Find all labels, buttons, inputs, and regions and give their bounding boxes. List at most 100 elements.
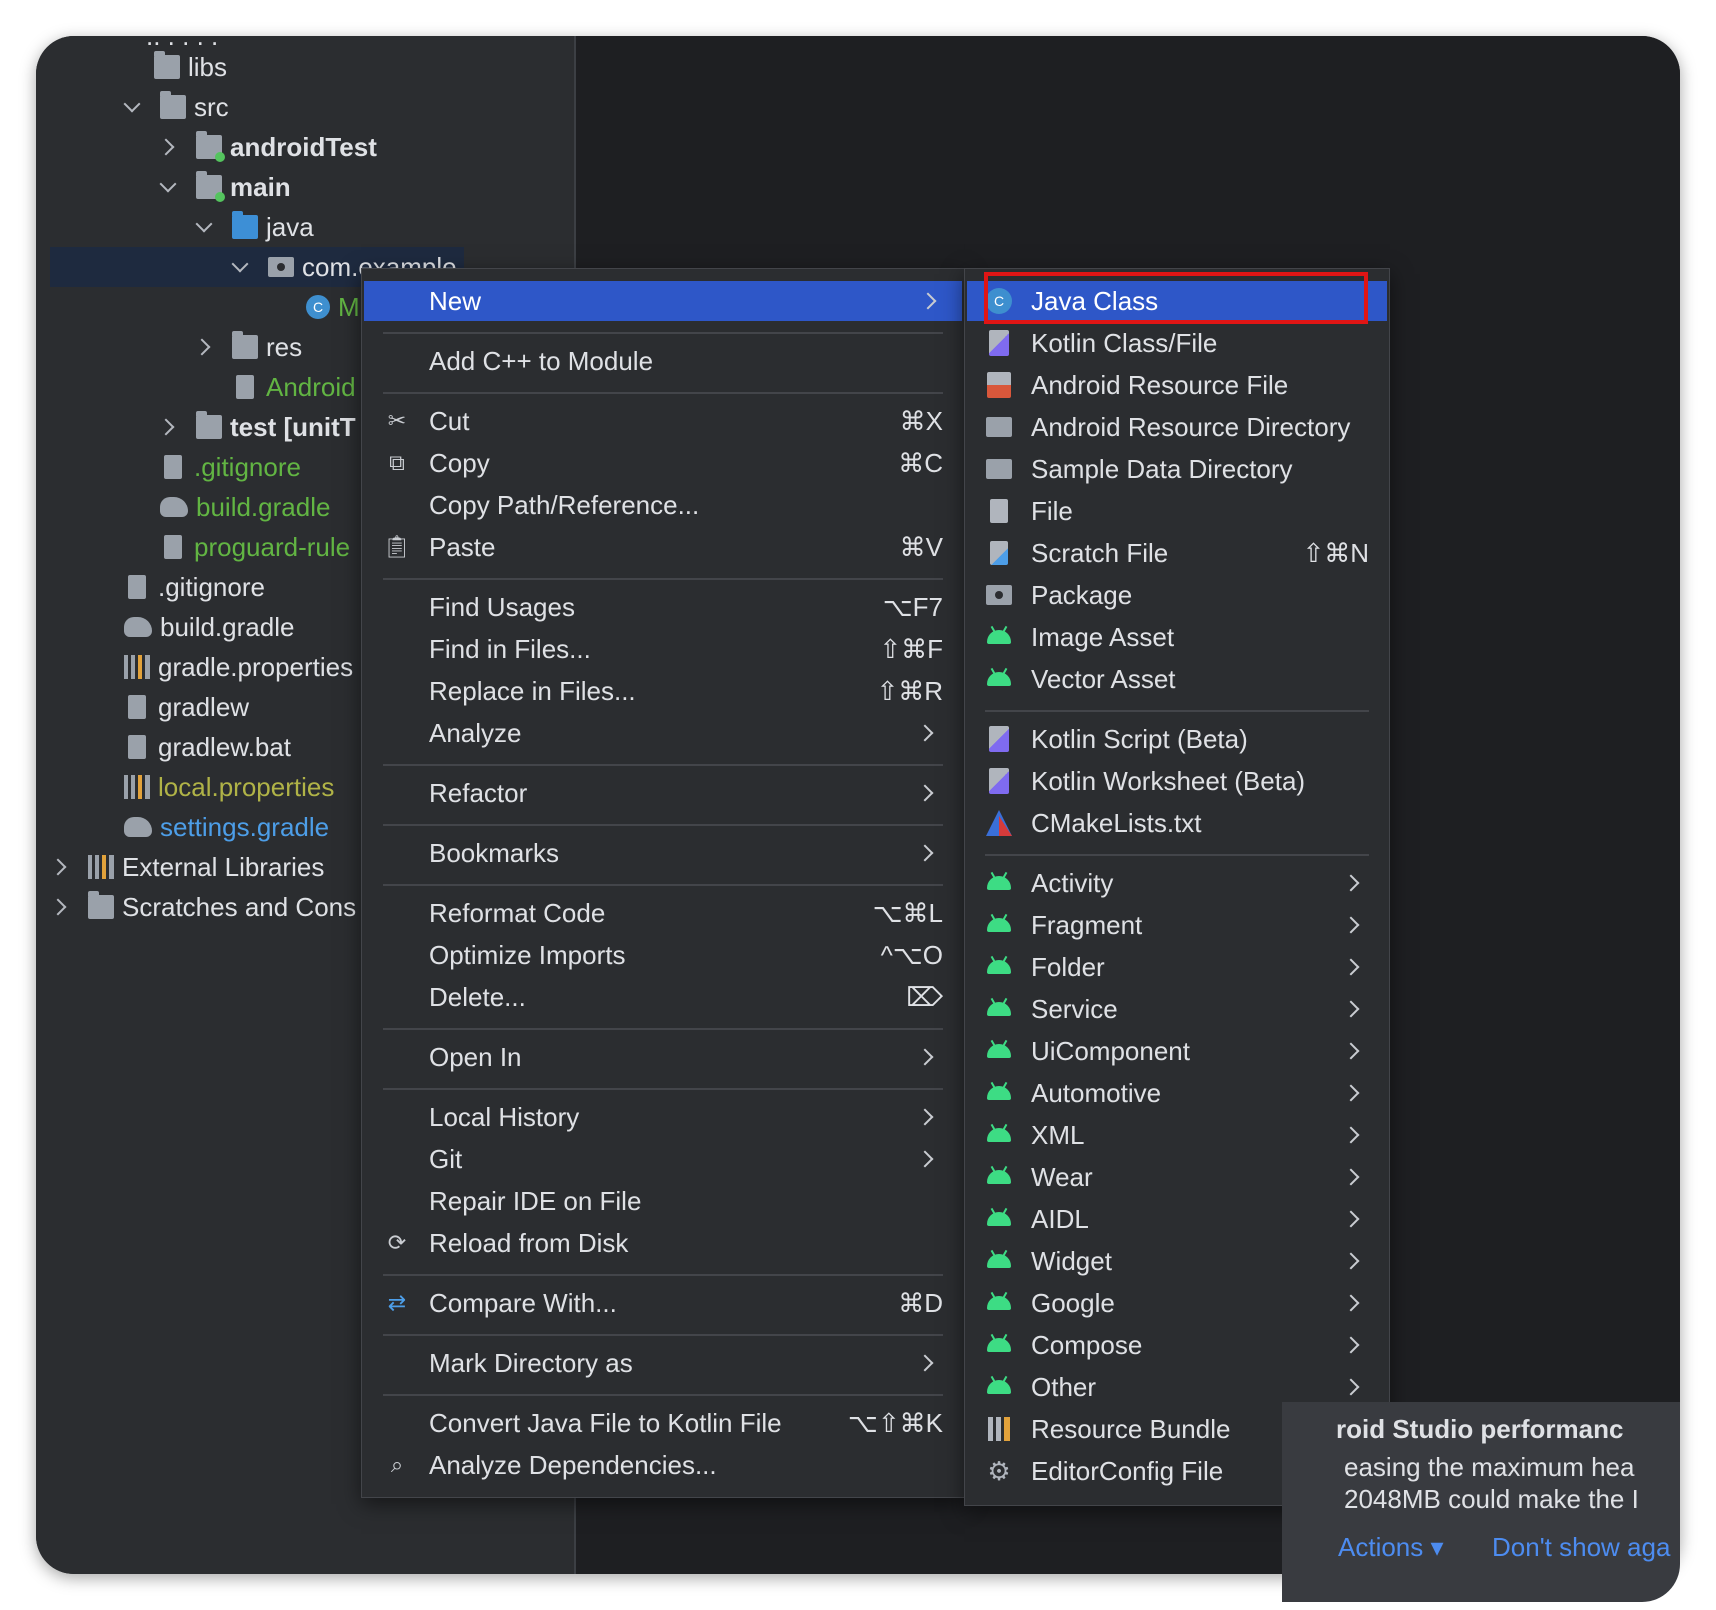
tree-item-build-gradle[interactable]: build.gradle bbox=[124, 607, 294, 647]
menu-item-repair-ide[interactable]: Repair IDE on File bbox=[383, 1181, 943, 1221]
menu-item-git[interactable]: Git bbox=[383, 1139, 943, 1179]
menu-item-add-cpp[interactable]: Add C++ to Module bbox=[383, 341, 943, 381]
tree-item-androidtest[interactable]: androidTest bbox=[158, 127, 377, 167]
context-menu: New Add C++ to Module ✂ Cut ⌘X ⧉ Copy ⌘C Cop… bbox=[361, 268, 965, 1498]
tree-item-gradlew[interactable]: gradlew bbox=[124, 687, 249, 727]
menu-item-analyze-dependencies[interactable]: ⌕ Analyze Dependencies... bbox=[383, 1445, 943, 1485]
submenu-item-vector-asset[interactable]: Vector Asset bbox=[985, 659, 1369, 699]
menu-item-copy-path[interactable]: Copy Path/Reference... bbox=[383, 485, 943, 525]
separator bbox=[985, 854, 1369, 856]
submenu-item-wear[interactable]: Wear bbox=[985, 1157, 1369, 1197]
submenu-item-folder[interactable]: Folder bbox=[985, 947, 1369, 987]
submenu-item-image-asset[interactable]: Image Asset bbox=[985, 617, 1369, 657]
menu-item-mark-directory[interactable]: Mark Directory as bbox=[383, 1343, 943, 1383]
tree-item-scratches[interactable]: Scratches and Cons bbox=[50, 887, 356, 927]
submenu-item-automotive[interactable]: Automotive bbox=[985, 1073, 1369, 1113]
chevron-right-icon[interactable] bbox=[158, 137, 178, 157]
menu-item-compare-with[interactable]: ⇄ Compare With... ⌘D bbox=[383, 1283, 943, 1323]
chevron-right-icon[interactable] bbox=[194, 337, 214, 357]
copy-icon: ⧉ bbox=[389, 450, 405, 475]
android-icon bbox=[985, 1373, 1013, 1401]
tree-item-libs[interactable]: libs bbox=[154, 47, 227, 87]
menu-item-find-in-files[interactable]: Find in Files... ⇧⌘F bbox=[383, 629, 943, 669]
chevron-right-icon bbox=[923, 847, 935, 859]
menu-item-analyze[interactable]: Analyze bbox=[383, 713, 943, 753]
submenu-item-activity[interactable]: Activity bbox=[985, 863, 1369, 903]
chevron-down-icon[interactable] bbox=[122, 97, 142, 117]
submenu-item-other[interactable]: Other bbox=[985, 1367, 1369, 1407]
tree-item-res[interactable]: res bbox=[194, 327, 302, 367]
source-folder-icon bbox=[232, 211, 258, 239]
menu-item-local-history[interactable]: Local History bbox=[383, 1097, 943, 1137]
tree-item-main[interactable]: main bbox=[158, 167, 291, 207]
tree-item-gradlew-bat[interactable]: gradlew.bat bbox=[124, 727, 291, 767]
tree-item-label: res bbox=[266, 331, 303, 362]
chevron-down-icon[interactable] bbox=[194, 217, 214, 237]
chevron-down-icon[interactable] bbox=[158, 177, 178, 197]
notification-body: easing the maximum hea bbox=[1344, 1452, 1635, 1482]
submenu-item-uicomponent[interactable]: UiComponent bbox=[985, 1031, 1369, 1071]
resource-file-icon bbox=[985, 371, 1013, 399]
file-icon bbox=[985, 497, 1013, 525]
folder-icon bbox=[985, 455, 1013, 483]
menu-item-reload-from-disk[interactable]: ⟳ Reload from Disk bbox=[383, 1223, 943, 1263]
tree-item-src[interactable]: src bbox=[122, 87, 229, 127]
tree-item-build-gradle-module[interactable]: build.gradle bbox=[160, 487, 330, 527]
menu-item-copy[interactable]: ⧉ Copy ⌘C bbox=[383, 443, 943, 483]
scissors-icon: ✂ bbox=[387, 408, 407, 433]
tree-item-gitignore[interactable]: .gitignore bbox=[124, 567, 265, 607]
submenu-item-android-resource-file[interactable]: Android Resource File bbox=[985, 365, 1369, 405]
tree-item-test[interactable]: test [unitT bbox=[158, 407, 356, 447]
submenu-item-kotlin-script[interactable]: Kotlin Script (Beta) bbox=[985, 719, 1369, 759]
chevron-right-icon bbox=[1349, 877, 1361, 889]
chevron-right-icon[interactable] bbox=[50, 857, 70, 877]
submenu-item-widget[interactable]: Widget bbox=[985, 1241, 1369, 1281]
submenu-item-scratch-file[interactable]: Scratch File ⇧⌘N bbox=[985, 533, 1369, 573]
submenu-item-sample-data-directory[interactable]: Sample Data Directory bbox=[985, 449, 1369, 489]
tree-item-manifest[interactable]: Android bbox=[232, 367, 356, 407]
analyze-icon: ⌕ bbox=[390, 1452, 404, 1477]
menu-item-refactor[interactable]: Refactor bbox=[383, 773, 943, 813]
actions-link[interactable]: Actions ▾ bbox=[1338, 1532, 1444, 1563]
menu-item-new[interactable]: New bbox=[364, 281, 962, 321]
tree-item-external-libraries[interactable]: External Libraries bbox=[50, 847, 324, 887]
chevron-right-icon[interactable] bbox=[50, 897, 70, 917]
submenu-item-google[interactable]: Google bbox=[985, 1283, 1369, 1323]
notification-body: 2048MB could make the I bbox=[1344, 1484, 1639, 1514]
submenu-item-compose[interactable]: Compose bbox=[985, 1325, 1369, 1365]
submenu-item-android-resource-directory[interactable]: Android Resource Directory bbox=[985, 407, 1369, 447]
menu-item-cut[interactable]: ✂ Cut ⌘X bbox=[383, 401, 943, 441]
tree-item-gitignore-module[interactable]: .gitignore bbox=[160, 447, 301, 487]
tree-item-proguard[interactable]: proguard-rule bbox=[160, 527, 350, 567]
notification-balloon: roid Studio performanc easing the maximu… bbox=[1282, 1402, 1680, 1602]
chevron-right-icon[interactable] bbox=[158, 417, 178, 437]
submenu-item-kotlin-worksheet[interactable]: Kotlin Worksheet (Beta) bbox=[985, 761, 1369, 801]
tree-item-mainactivity[interactable]: CM bbox=[306, 287, 360, 327]
submenu-item-package[interactable]: Package bbox=[985, 575, 1369, 615]
submenu-item-fragment[interactable]: Fragment bbox=[985, 905, 1369, 945]
menu-item-convert-to-kotlin[interactable]: Convert Java File to Kotlin File ⌥⇧⌘K bbox=[383, 1403, 943, 1443]
menu-item-reformat-code[interactable]: Reformat Code ⌥⌘L bbox=[383, 893, 943, 933]
menu-item-open-in[interactable]: Open In bbox=[383, 1037, 943, 1077]
menu-item-replace-in-files[interactable]: Replace in Files... ⇧⌘R bbox=[383, 671, 943, 711]
menu-item-delete[interactable]: Delete... ⌦ bbox=[383, 977, 943, 1017]
tree-item-label: .gitignore bbox=[194, 451, 301, 482]
chevron-down-icon[interactable] bbox=[230, 257, 250, 277]
tree-item-java[interactable]: java bbox=[194, 207, 314, 247]
menu-item-find-usages[interactable]: Find Usages ⌥F7 bbox=[383, 587, 943, 627]
dont-show-again-link[interactable]: Don't show aga bbox=[1492, 1532, 1670, 1563]
submenu-item-xml[interactable]: XML bbox=[985, 1115, 1369, 1155]
submenu-item-aidl[interactable]: AIDL bbox=[985, 1199, 1369, 1239]
submenu-item-cmakelists[interactable]: CMakeLists.txt bbox=[985, 803, 1369, 843]
menu-item-optimize-imports[interactable]: Optimize Imports ^⌥O bbox=[383, 935, 943, 975]
submenu-item-file[interactable]: File bbox=[985, 491, 1369, 531]
tree-item-gradle-properties[interactable]: gradle.properties bbox=[124, 647, 353, 687]
submenu-item-kotlin-class[interactable]: Kotlin Class/File bbox=[985, 323, 1369, 363]
cmake-icon bbox=[985, 809, 1013, 837]
submenu-item-service[interactable]: Service bbox=[985, 989, 1369, 1029]
separator bbox=[383, 884, 943, 886]
tree-item-local-properties[interactable]: local.properties bbox=[124, 767, 334, 807]
menu-item-bookmarks[interactable]: Bookmarks bbox=[383, 833, 943, 873]
menu-item-paste[interactable]: 📋︎ Paste ⌘V bbox=[383, 527, 943, 567]
tree-item-settings-gradle[interactable]: settings.gradle bbox=[124, 807, 329, 847]
